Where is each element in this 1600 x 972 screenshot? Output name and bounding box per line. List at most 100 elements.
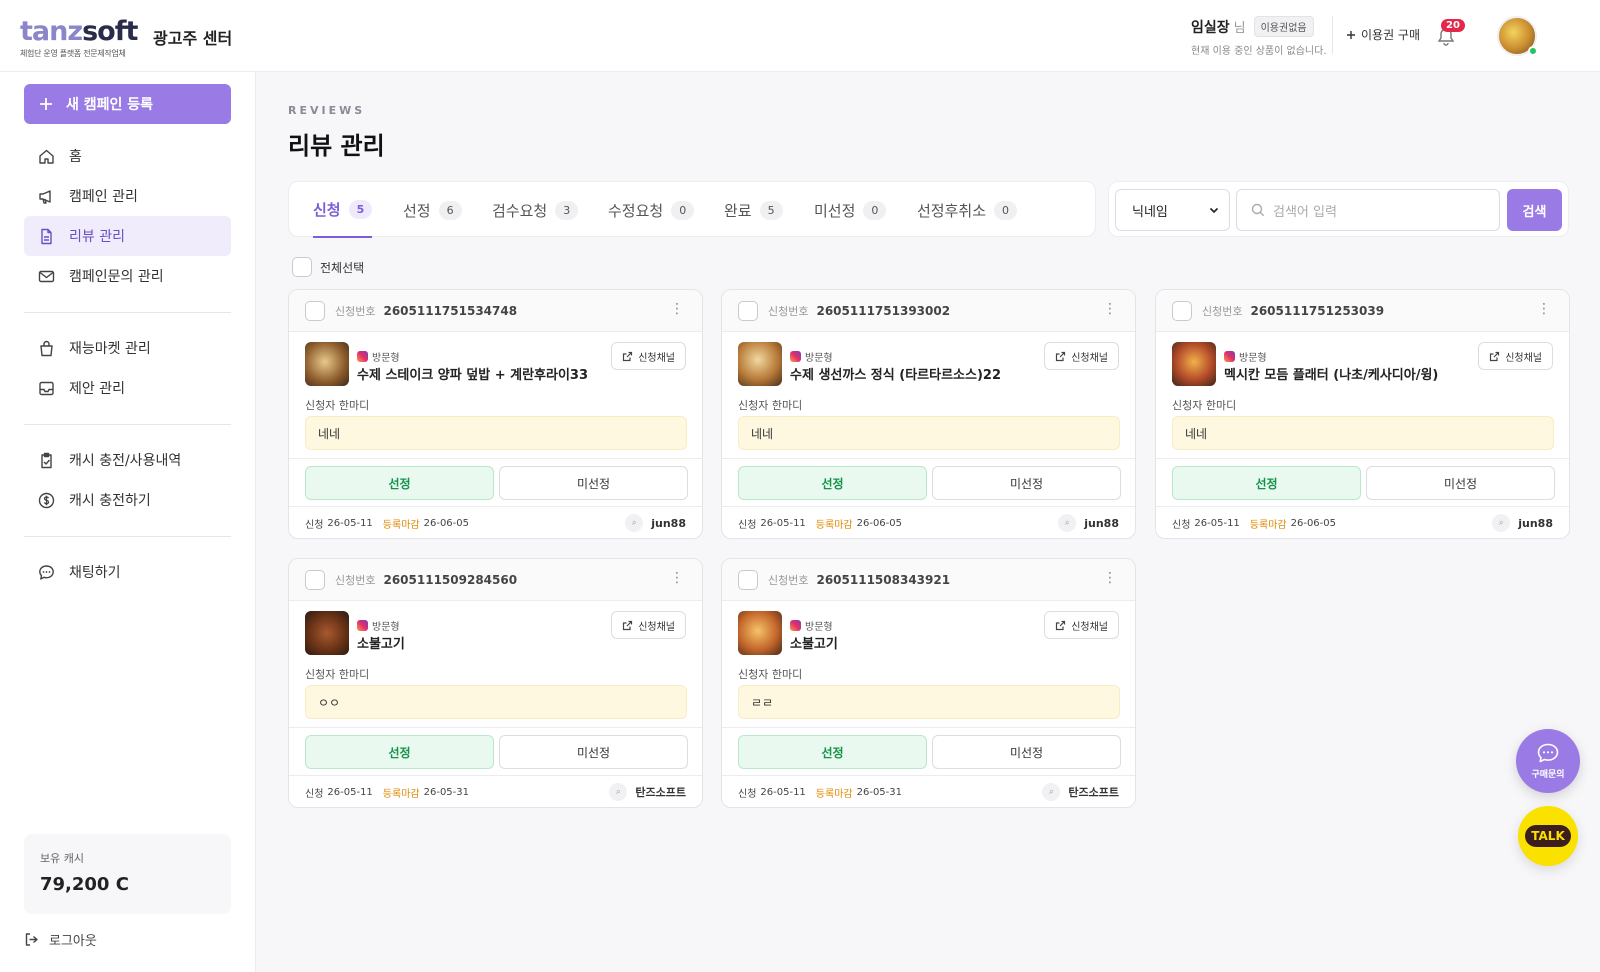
campaign-thumbnail — [1172, 342, 1216, 386]
card-checkbox[interactable] — [305, 300, 325, 321]
campaign-type: 방문형 — [790, 349, 833, 364]
applicant[interactable]: ⌕ jun88 — [625, 514, 686, 532]
search-bar: 닉네임 검색어 입력 검색 — [1108, 181, 1569, 237]
more-options-icon[interactable]: ⋮ — [1103, 302, 1117, 316]
new-campaign-button[interactable]: 새 캠페인 등록 — [24, 84, 231, 124]
sidebar-item-talent-market[interactable]: 재능마켓 관리 — [24, 328, 231, 368]
sidebar-item-label: 채팅하기 — [69, 565, 121, 581]
card-divider — [722, 458, 1135, 459]
sidebar-item-campaigns[interactable]: 캠페인 관리 — [24, 176, 231, 216]
deadline-label: 등록마감 — [382, 520, 420, 531]
application-number: 2605111751253039 — [1250, 303, 1385, 318]
purchase-inquiry-button[interactable]: 구매문의 — [1516, 729, 1580, 793]
channel-button-label: 신청채널 — [638, 352, 675, 364]
applicant[interactable]: ⌕ 탄즈소프트 — [1042, 783, 1119, 801]
applicant[interactable]: ⌕ 탄즈소프트 — [609, 783, 686, 801]
tab-count: 0 — [863, 200, 887, 220]
card-header: 신청번호 2605111751253039 ⋮ — [1156, 290, 1569, 332]
sidebar-item-chat[interactable]: 채팅하기 — [24, 552, 231, 592]
card-checkbox[interactable] — [305, 569, 325, 590]
sidebar-item-cash-charge[interactable]: 캐시 충전하기 — [24, 480, 231, 520]
sidebar-item-reviews[interactable]: 리뷰 관리 — [24, 216, 231, 256]
external-link-icon — [1055, 620, 1066, 631]
card-checkbox[interactable] — [1172, 300, 1192, 321]
applicant[interactable]: ⌕ jun88 — [1492, 514, 1553, 532]
card-dates: 신청 26-05-11 등록마감 26-06-05 — [738, 516, 902, 531]
select-button[interactable]: 선정 — [738, 466, 927, 500]
card-checkbox[interactable] — [738, 569, 758, 590]
campaign-title: 소불고기 — [790, 637, 838, 652]
campaign-type-label: 방문형 — [805, 353, 833, 364]
select-button[interactable]: 선정 — [738, 735, 927, 769]
tab-label: 수정요청 — [608, 201, 664, 220]
campaign-type: 방문형 — [790, 618, 833, 633]
logout-button[interactable]: 로그아웃 — [24, 930, 97, 949]
notification-badge: 20 — [1441, 19, 1465, 32]
cash-balance-value: 79,200 C — [40, 874, 129, 895]
kakao-talk-button[interactable]: TALK — [1518, 806, 1578, 866]
instagram-icon — [357, 351, 368, 362]
channel-button-label: 신청채널 — [1071, 352, 1108, 364]
search-button[interactable]: 검색 — [1507, 189, 1562, 231]
channel-button[interactable]: 신청채널 — [611, 342, 686, 370]
logo[interactable]: tanzsoft 체험단 운영 플랫폼 전문제작업체 — [20, 16, 138, 59]
reject-button[interactable]: 미선정 — [932, 466, 1121, 500]
applicant-name: jun88 — [1518, 516, 1553, 530]
reject-button[interactable]: 미선정 — [499, 735, 688, 769]
instagram-icon — [790, 351, 801, 362]
search-field-select[interactable]: 닉네임 — [1115, 189, 1230, 231]
sidebar-item-cash-history[interactable]: 캐시 충전/사용내역 — [24, 440, 231, 480]
tab-cancelled-after-selection[interactable]: 선정후취소 0 — [917, 182, 1018, 238]
select-button[interactable]: 선정 — [305, 466, 494, 500]
channel-button[interactable]: 신청채널 — [1044, 611, 1119, 639]
logout-label: 로그아웃 — [49, 934, 97, 949]
applied-label: 신청 — [305, 520, 324, 531]
campaign-type-label: 방문형 — [372, 622, 400, 633]
deadline-label: 등록마감 — [815, 789, 853, 800]
instagram-icon — [790, 620, 801, 631]
card-checkbox[interactable] — [738, 300, 758, 321]
tab-count: 3 — [555, 200, 579, 220]
logo-subtitle: 체험단 운영 플랫폼 전문제작업체 — [20, 49, 126, 58]
card-divider — [289, 727, 702, 728]
deadline-date: 26-05-31 — [423, 787, 469, 798]
sidebar-item-home[interactable]: 홈 — [24, 136, 231, 176]
deadline-date: 26-06-05 — [856, 518, 902, 529]
card-divider — [722, 775, 1135, 776]
more-options-icon[interactable]: ⋮ — [1103, 571, 1117, 585]
more-options-icon[interactable]: ⋮ — [1537, 302, 1551, 316]
tab-review-requested[interactable]: 검수요청 3 — [492, 182, 579, 238]
select-all-checkbox[interactable] — [292, 257, 312, 277]
tab-revision-requested[interactable]: 수정요청 0 — [608, 182, 695, 238]
tab-completed[interactable]: 완료 5 — [724, 182, 783, 238]
select-button[interactable]: 선정 — [1172, 466, 1361, 500]
page-eyebrow: REVIEWS — [288, 104, 366, 117]
deadline-label: 등록마감 — [1249, 520, 1287, 531]
reject-button[interactable]: 미선정 — [499, 466, 688, 500]
sidebar-item-campaign-inquiries[interactable]: 캠페인문의 관리 — [24, 256, 231, 296]
applicant[interactable]: ⌕ jun88 — [1058, 514, 1119, 532]
buy-plan-button[interactable]: 이용권 구매 — [1346, 26, 1420, 43]
tab-selected[interactable]: 선정 6 — [403, 182, 462, 238]
application-number-label: 신청번호 — [768, 304, 809, 318]
tab-not-selected[interactable]: 미선정 0 — [814, 182, 887, 238]
application-number-label: 신청번호 — [335, 304, 376, 318]
search-input[interactable]: 검색어 입력 — [1236, 189, 1500, 231]
sidebar-item-proposals[interactable]: 제안 관리 — [24, 368, 231, 408]
page-title: 리뷰 관리 — [288, 132, 385, 160]
channel-button[interactable]: 신청채널 — [1478, 342, 1553, 370]
reject-button[interactable]: 미선정 — [1366, 466, 1555, 500]
select-button[interactable]: 선정 — [305, 735, 494, 769]
applied-label: 신청 — [305, 789, 324, 800]
channel-button[interactable]: 신청채널 — [1044, 342, 1119, 370]
tab-count: 5 — [759, 200, 783, 220]
mail-icon — [38, 268, 55, 285]
reject-button[interactable]: 미선정 — [932, 735, 1121, 769]
tab-label: 선정 — [403, 201, 431, 220]
tab-applied[interactable]: 신청 5 — [313, 182, 373, 238]
more-options-icon[interactable]: ⋮ — [670, 571, 684, 585]
select-all[interactable]: 전체선택 — [292, 257, 364, 277]
more-options-icon[interactable]: ⋮ — [670, 302, 684, 316]
logo-text-part2: soft — [82, 16, 138, 47]
channel-button[interactable]: 신청채널 — [611, 611, 686, 639]
